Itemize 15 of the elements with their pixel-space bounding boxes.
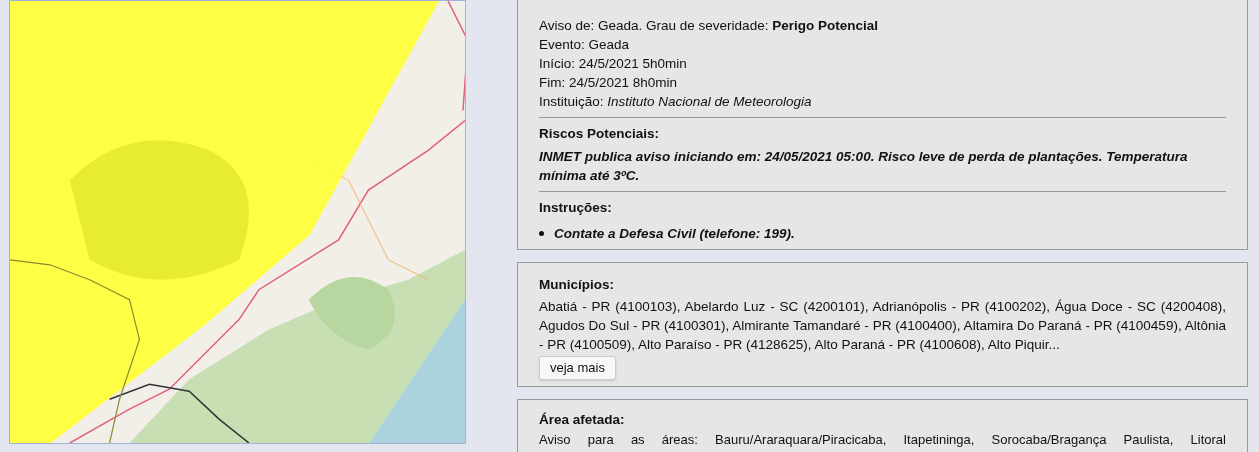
municipalities-text: Abatiá - PR (4100103), Abelardo Luz - SC (4200101), Adrianópolis - PR (4100202), Água Doce - SC (4200408), Agudos Do Sul - PR (4100301), Almirante Tamandaré - PR (4100400), Altamira Do Paraná - PR (4100459), Altônia - PR (4100509), Alto Paraíso - PR (4128625), Alto Paraná - PR (4100608), Alto Piquir... [539, 298, 1226, 354]
instructions-heading: Instruções: [539, 199, 613, 217]
alert-detail: Fim: 24/5/2021 8h0min [539, 74, 679, 92]
alert-detail: Aviso de: Geada. Grau de severidade: Perigo Potencial [539, 17, 879, 35]
municipalities-heading: Municípios: [539, 276, 614, 294]
alert-detail: Início: 24/5/2021 5h0min [539, 55, 688, 73]
instruction-text: Contate a Defesa Civil (telefone: 199). [554, 225, 795, 243]
alert-detail: Evento: Geada [539, 36, 631, 54]
affected-area-heading: Área afetada: [539, 411, 626, 429]
affected-area-text: Aviso para as áreas: Bauru/Araraquara/Piracicaba, Itapetininga, Sorocaba/Bragança Paulista, Litoral [539, 431, 1226, 449]
see-more-button[interactable]: veja mais [539, 356, 616, 380]
risks-text: INMET publica aviso iniciando em: 24/05/2021 05:00. Risco leve de perda de plantações. Temperatura mínima até 3ºC. [539, 148, 1189, 185]
bullet-icon [539, 231, 544, 236]
risks-heading: Riscos Potenciais: [539, 125, 661, 143]
alert-detail: Instituição: Instituto Nacional de Meteorologia [539, 93, 813, 111]
